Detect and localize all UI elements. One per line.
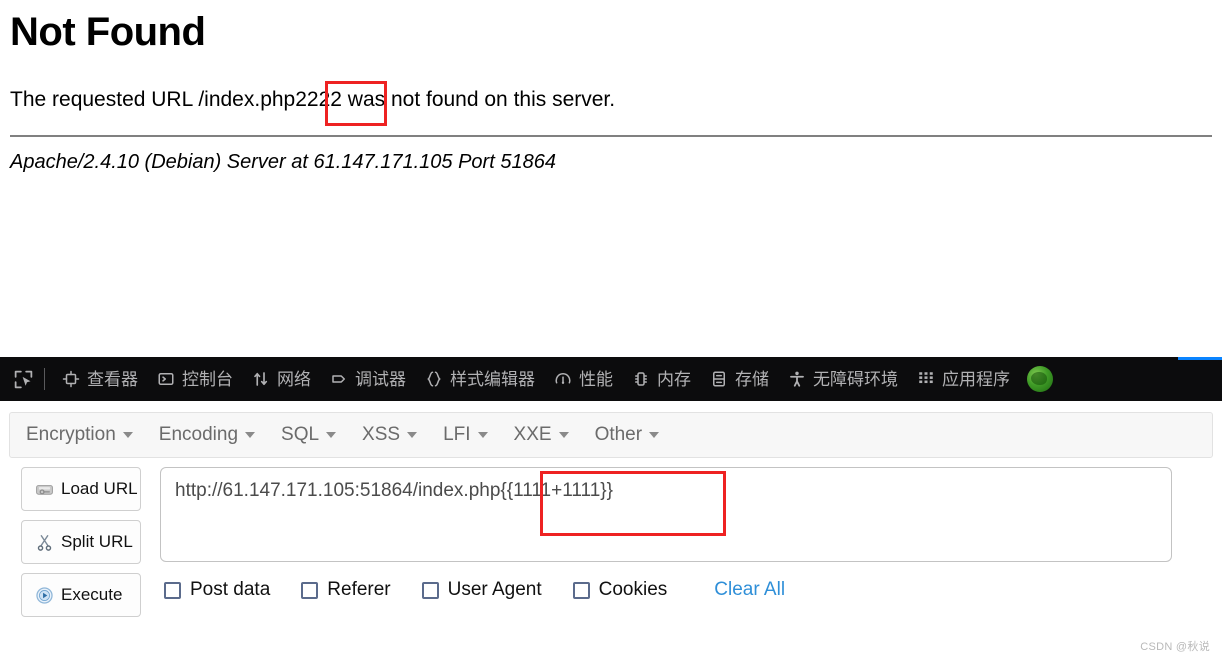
server-signature: Apache/2.4.10 (Debian) Server at 61.147.… <box>10 151 556 174</box>
storage-icon <box>709 369 729 389</box>
element-picker-icon[interactable] <box>6 364 40 394</box>
hackbar-menu-label: Encryption <box>26 424 116 445</box>
hackbar-menu-label: Encoding <box>158 424 239 445</box>
chevron-down-icon <box>407 432 418 438</box>
devtools-accent-bar <box>1178 357 1222 360</box>
checkbox-label: Cookies <box>598 579 668 600</box>
hackbar-menu-label: SQL <box>281 424 320 445</box>
devtools-tab-debugger[interactable]: 调试器 <box>320 363 415 395</box>
checkbox-label: Referer <box>327 579 391 600</box>
devtools-tab-console[interactable]: 控制台 <box>147 363 242 395</box>
checkbox-post-data[interactable]: Post data <box>164 579 270 601</box>
checkbox-box-icon[interactable] <box>301 581 319 599</box>
devtools-tab-label: 存储 <box>735 369 769 389</box>
checkbox-user-agent[interactable]: User Agent <box>421 579 542 601</box>
devtools-tab-memory[interactable]: 内存 <box>622 363 700 395</box>
hackbar-action-buttons: Load URL Split URL Execute <box>21 467 141 617</box>
console-icon <box>156 369 176 389</box>
devtools-tab-label: 网络 <box>277 369 311 389</box>
hackbar-menu-encryption[interactable]: Encryption <box>26 424 133 446</box>
watermark: CSDN @秋说 <box>1140 641 1210 653</box>
checkbox-cookies[interactable]: Cookies <box>572 579 668 601</box>
split-url-scissors-icon <box>34 532 54 552</box>
hackbar-menu-xxe[interactable]: XXE <box>514 424 569 446</box>
hackbar-menu-other[interactable]: Other <box>595 424 660 446</box>
devtools-tab-application[interactable]: 应用程序 <box>907 363 1019 395</box>
chevron-down-icon <box>477 432 488 438</box>
hackbar-url-area: http://61.147.171.105:51864/index.php{{1… <box>160 467 1222 617</box>
application-grid-icon <box>916 369 936 389</box>
hackbar-menu-label: XXE <box>513 424 552 445</box>
devtools-tab-label: 性能 <box>579 369 613 389</box>
devtools-tab-label: 应用程序 <box>942 369 1010 389</box>
devtools-tab-label: 无障碍环境 <box>813 369 898 389</box>
chevron-down-icon <box>326 432 337 438</box>
checkbox-box-icon[interactable] <box>421 581 439 599</box>
devtools-tab-style-editor[interactable]: 样式编辑器 <box>415 363 544 395</box>
chevron-down-icon <box>558 432 569 438</box>
hackbar-menu-xss[interactable]: XSS <box>362 424 418 446</box>
url-input[interactable]: http://61.147.171.105:51864/index.php{{1… <box>160 467 1172 562</box>
debugger-icon <box>329 369 349 389</box>
devtools-tab-accessibility[interactable]: 无障碍环境 <box>778 363 907 395</box>
checkbox-label: Post data <box>190 579 271 600</box>
devtools-tab-inspector[interactable]: 查看器 <box>52 363 147 395</box>
memory-icon <box>631 369 651 389</box>
hackbar-body: Load URL Split URL Execute http://61.147… <box>0 467 1222 617</box>
devtools-tab-performance[interactable]: 性能 <box>544 363 622 395</box>
hackbar-menu-label: LFI <box>443 424 471 445</box>
hackbar-menu-label: Other <box>594 424 643 445</box>
chevron-down-icon <box>245 432 256 438</box>
devtools-toolbar: 查看器 控制台 网络 调试器 样式编辑器 性能 内存 存储 无障碍环境 应用程序 <box>0 357 1222 401</box>
devtools-tab-label: 控制台 <box>182 369 233 389</box>
devtools-tab-storage[interactable]: 存储 <box>700 363 778 395</box>
checkbox-box-icon[interactable] <box>164 581 181 599</box>
split-url-label: Split URL <box>61 532 133 551</box>
load-url-disk-icon <box>34 479 54 499</box>
load-url-button[interactable]: Load URL <box>21 467 141 511</box>
execute-button[interactable]: Execute <box>21 573 141 617</box>
checkbox-label: User Agent <box>447 579 542 600</box>
hackbar-menubar: Encryption Encoding SQL XSS LFI XXE Othe… <box>9 412 1213 458</box>
hackbar-panel: Encryption Encoding SQL XSS LFI XXE Othe… <box>0 401 1222 660</box>
devtools-tab-network[interactable]: 网络 <box>242 363 320 395</box>
apache-error-page: Not Found The requested URL /index.php22… <box>0 0 1222 357</box>
devtools-tab-label: 调试器 <box>355 369 406 389</box>
execute-play-icon <box>34 585 54 605</box>
execute-label: Execute <box>61 585 123 604</box>
clear-all-link[interactable]: Clear All <box>714 579 785 601</box>
error-message: The requested URL /index.php2222 was not… <box>10 88 616 111</box>
inspector-icon <box>61 369 81 389</box>
hackbar-menu-label: XSS <box>362 424 401 445</box>
hackbar-menu-encoding[interactable]: Encoding <box>158 424 256 446</box>
devtools-tab-label: 查看器 <box>87 369 138 389</box>
devtools-tab-label: 样式编辑器 <box>450 369 535 389</box>
devtools-tab-label: 内存 <box>657 369 691 389</box>
load-url-label: Load URL <box>61 479 138 498</box>
divider-rule <box>10 135 1212 138</box>
hackbar-menu-lfi[interactable]: LFI <box>443 424 488 446</box>
split-url-button[interactable]: Split URL <box>21 520 141 564</box>
style-editor-braces-icon <box>424 369 444 389</box>
checkbox-referer[interactable]: Referer <box>301 579 391 601</box>
performance-gauge-icon <box>553 369 573 389</box>
firefox-icon[interactable] <box>1027 366 1053 392</box>
checkbox-box-icon[interactable] <box>572 581 590 599</box>
network-arrows-icon <box>251 369 271 389</box>
chevron-down-icon <box>649 432 660 438</box>
accessibility-person-icon <box>787 369 807 389</box>
page-title: Not Found <box>10 10 206 54</box>
hackbar-menu-sql[interactable]: SQL <box>281 424 337 446</box>
toolbar-divider <box>44 368 45 390</box>
chevron-down-icon <box>122 432 133 438</box>
hackbar-options-row: Post data Referer User Agent Cookies Cle… <box>160 579 1222 601</box>
